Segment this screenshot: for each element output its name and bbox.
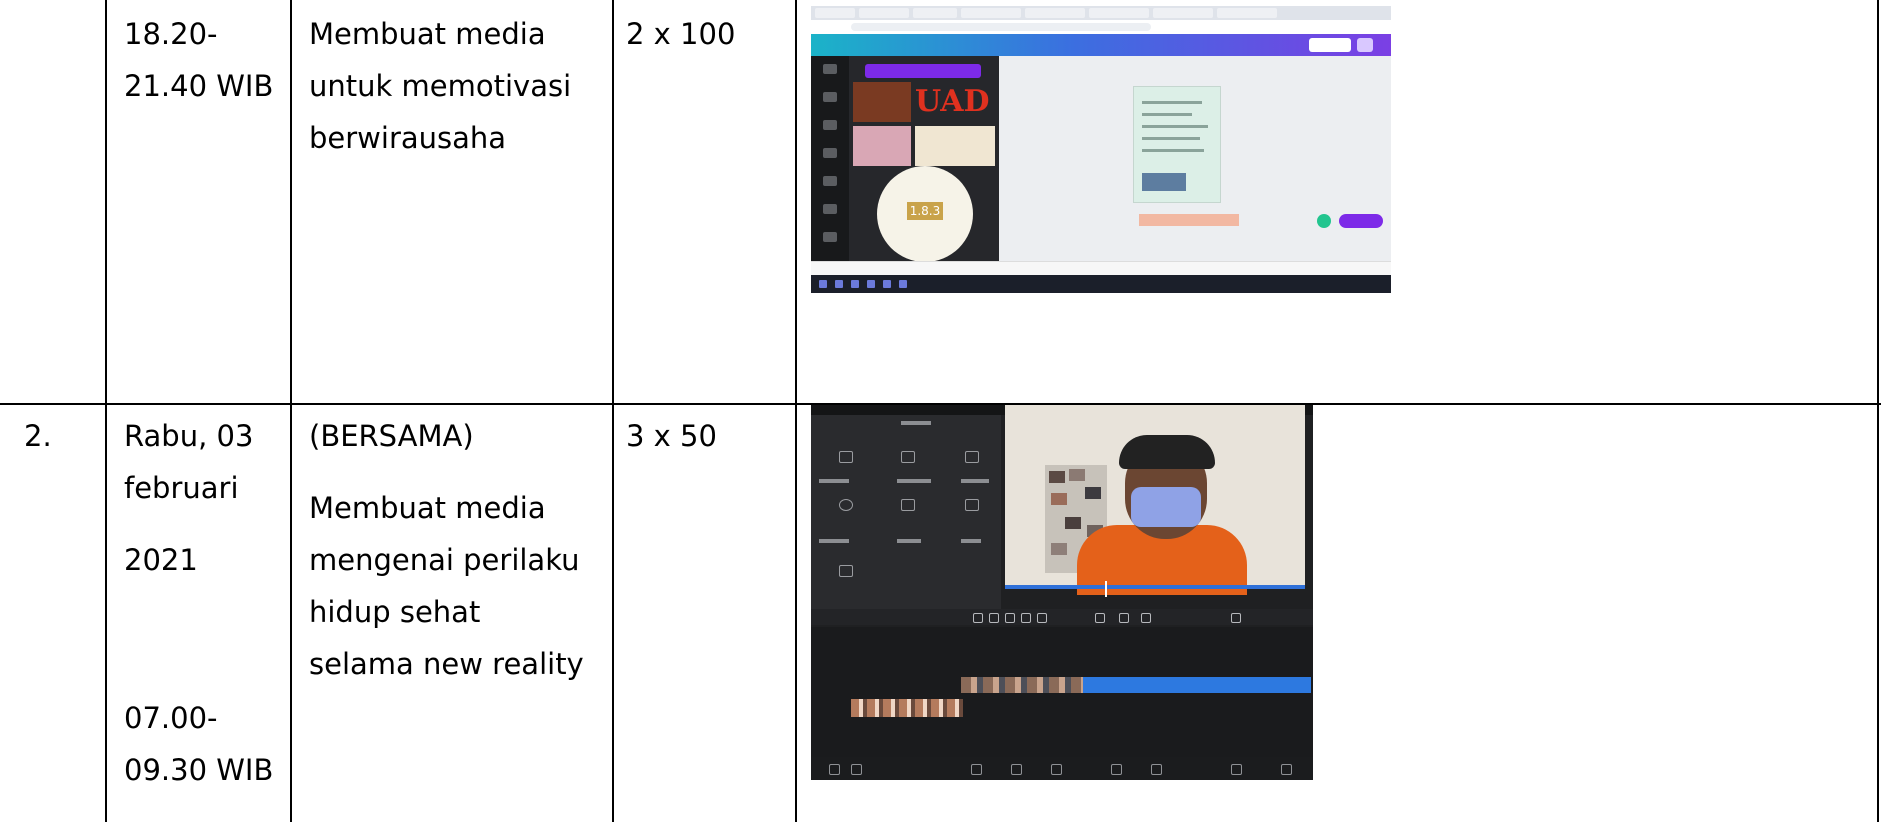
- activity-cell-line: Membuat media: [309, 491, 546, 525]
- selected-clip: [1083, 677, 1311, 693]
- template-thumb: [915, 126, 995, 166]
- editor-bottom-bar: [811, 757, 1313, 780]
- activity-cell-line: mengenai perilaku: [309, 543, 580, 577]
- column-divider: [612, 0, 614, 822]
- activity-cell-line: (BERSAMA): [309, 419, 474, 453]
- activity-cell-line: hidup sehat: [309, 595, 481, 629]
- browser-address-bar: [811, 20, 1391, 35]
- video-clip: [961, 677, 1083, 693]
- activity-table: 18.20- 21.40 WIB Membuat media untuk mem…: [0, 0, 1881, 822]
- playhead: [1105, 581, 1107, 597]
- time-cell-line: 21.40 WIB: [124, 69, 274, 103]
- time-cell-line: 09.30 WIB: [124, 753, 274, 787]
- volume-cell: 3 x 50: [626, 419, 717, 453]
- documentation-photo-video-editor: [811, 405, 1313, 780]
- canva-template-panel: UAD 1.8.3: [849, 56, 999, 262]
- browser-tabs: [811, 6, 1391, 20]
- activity-cell-line: berwirausaha: [309, 121, 507, 155]
- column-divider: [105, 0, 107, 822]
- badge-graphic: 1.8.3: [877, 166, 973, 262]
- upload-button: [865, 64, 981, 78]
- notes-bar: [1139, 214, 1239, 226]
- template-thumb: [853, 82, 911, 122]
- video-clip: [851, 699, 963, 717]
- badge-number: 1.8.3: [907, 202, 943, 220]
- activity-cell-line: selama new reality: [309, 647, 584, 681]
- black-cap: [1119, 435, 1215, 469]
- column-divider: [290, 0, 292, 822]
- canva-canvas: [999, 56, 1391, 261]
- time-cell-line: Rabu, 03: [124, 419, 254, 453]
- design-page: [1133, 86, 1221, 203]
- documentation-screenshot-canva: UAD 1.8.3: [811, 6, 1391, 293]
- timeline: [811, 627, 1313, 757]
- editor-toolbar: [811, 609, 1313, 625]
- scrub-bar: [1005, 585, 1305, 589]
- column-divider: [795, 0, 797, 822]
- action-dot: [1317, 214, 1331, 228]
- template-thumb: [853, 126, 911, 166]
- uad-logo: UAD: [915, 84, 990, 119]
- media-library-panel: [811, 415, 1001, 615]
- time-cell-line: februari: [124, 471, 239, 505]
- activity-cell-line: Membuat media: [309, 17, 546, 51]
- activity-cell-line: untuk memotivasi: [309, 69, 572, 103]
- canva-header: [811, 34, 1391, 56]
- time-cell-line: 18.20-: [124, 17, 218, 51]
- download-bar: [811, 261, 1391, 276]
- time-cell-line: 2021: [124, 543, 198, 577]
- canva-side-rail: [811, 56, 849, 261]
- video-preview: [1005, 405, 1305, 595]
- volume-cell: 2 x 100: [626, 17, 736, 51]
- no-cell: 2.: [24, 419, 52, 453]
- face-mask: [1131, 487, 1201, 527]
- time-cell-line: 07.00-: [124, 701, 218, 735]
- action-dot: [1339, 214, 1383, 228]
- windows-taskbar: [811, 275, 1391, 293]
- column-divider: [1877, 0, 1879, 822]
